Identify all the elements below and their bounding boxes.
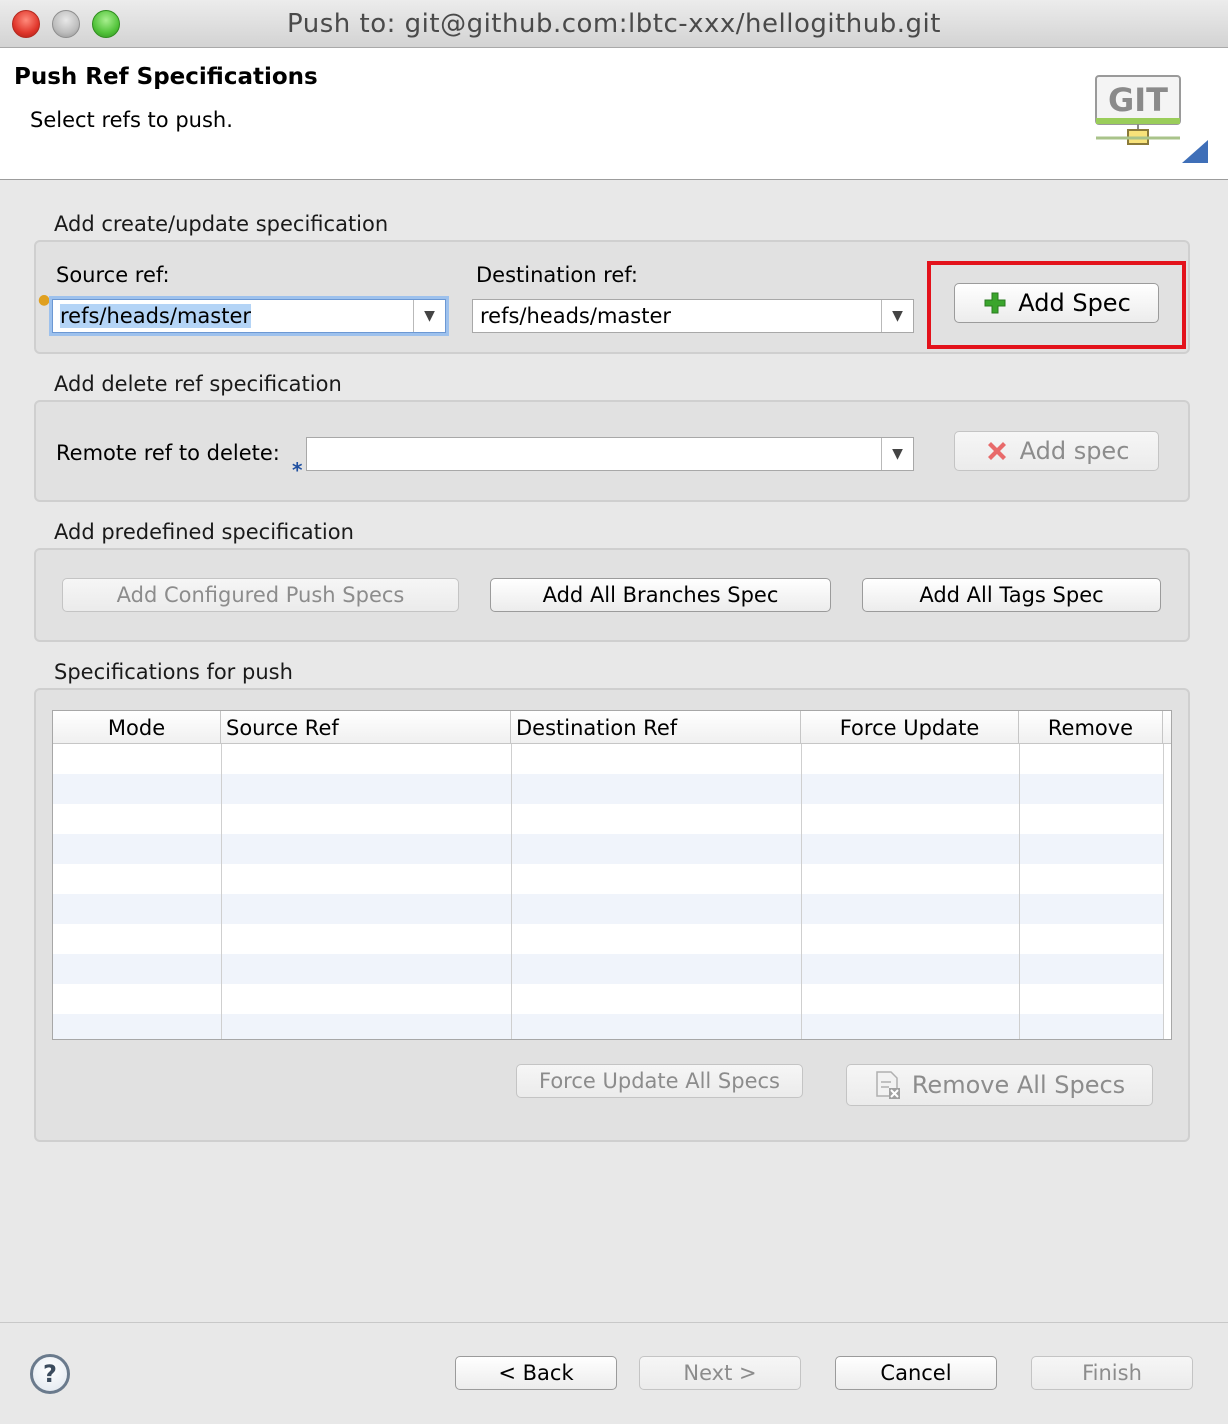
- table-row[interactable]: [53, 924, 1163, 954]
- predefined-group-label: Add predefined specification: [54, 520, 354, 544]
- table-row[interactable]: [53, 894, 1163, 924]
- wizard-header: Push Ref Specifications Select refs to p…: [0, 48, 1228, 180]
- destination-ref-value[interactable]: refs/heads/master: [480, 304, 671, 328]
- column-divider: [221, 744, 222, 1039]
- remote-ref-combo[interactable]: ▼: [306, 437, 914, 471]
- add-configured-push-specs-button[interactable]: Add Configured Push Specs: [62, 578, 459, 612]
- table-row[interactable]: [53, 984, 1163, 1014]
- source-ref-combo[interactable]: refs/heads/master ▼: [52, 299, 446, 333]
- add-all-tags-spec-button[interactable]: Add All Tags Spec: [862, 578, 1161, 612]
- source-ref-label: Source ref:: [56, 263, 170, 287]
- add-delete-spec-button[interactable]: Add spec: [954, 431, 1159, 471]
- column-header-force-update[interactable]: Force Update: [801, 711, 1019, 744]
- content-assist-icon: ●: [38, 292, 51, 308]
- add-spec-button[interactable]: Add Spec: [954, 283, 1159, 323]
- table-row[interactable]: [53, 1014, 1163, 1039]
- destination-ref-label: Destination ref:: [476, 263, 638, 287]
- delete-group-label: Add delete ref specification: [54, 372, 342, 396]
- table-row[interactable]: [53, 834, 1163, 864]
- specs-group-label: Specifications for push: [54, 660, 293, 684]
- source-ref-value[interactable]: refs/heads/master: [60, 304, 251, 328]
- page-description: Select refs to push.: [30, 108, 233, 132]
- dropdown-arrow-icon[interactable]: ▼: [881, 438, 913, 470]
- required-marker: *: [292, 458, 303, 482]
- remote-ref-label: Remote ref to delete:: [56, 441, 280, 465]
- column-header-remove[interactable]: Remove: [1019, 711, 1163, 744]
- footer-separator: [0, 1322, 1228, 1323]
- column-header-mode[interactable]: Mode: [53, 711, 221, 744]
- force-update-all-specs-button[interactable]: Force Update All Specs: [516, 1064, 803, 1098]
- add-delete-spec-label: Add spec: [1019, 437, 1130, 465]
- cancel-button[interactable]: Cancel: [835, 1356, 997, 1390]
- column-header-destination-ref[interactable]: Destination Ref: [511, 711, 801, 744]
- add-icon: [982, 290, 1008, 316]
- git-logo: GIT: [1095, 75, 1208, 163]
- back-button[interactable]: < Back: [455, 1356, 617, 1390]
- remove-all-specs-button[interactable]: Remove All Specs: [846, 1064, 1153, 1106]
- delete-icon: [984, 438, 1010, 464]
- table-row[interactable]: [53, 774, 1163, 804]
- specs-table[interactable]: Mode Source Ref Destination Ref Force Up…: [52, 710, 1172, 1040]
- git-logo-text: GIT: [1108, 81, 1168, 119]
- help-icon[interactable]: ?: [30, 1354, 70, 1394]
- next-button[interactable]: Next >: [639, 1356, 801, 1390]
- column-divider: [1163, 744, 1164, 1039]
- remove-all-specs-label: Remove All Specs: [911, 1071, 1126, 1099]
- column-divider: [511, 744, 512, 1039]
- page-title: Push Ref Specifications: [14, 64, 318, 90]
- destination-ref-combo[interactable]: refs/heads/master ▼: [472, 299, 914, 333]
- window-titlebar: Push to: git@github.com:lbtc-xxx/hellogi…: [0, 0, 1228, 48]
- window-title: Push to: git@github.com:lbtc-xxx/hellogi…: [287, 9, 941, 39]
- table-row[interactable]: [53, 744, 1163, 774]
- table-row[interactable]: [53, 954, 1163, 984]
- add-spec-label: Add Spec: [1018, 289, 1131, 317]
- table-header: Mode Source Ref Destination Ref Force Up…: [53, 711, 1171, 744]
- create-update-group-label: Add create/update specification: [54, 212, 389, 236]
- add-all-branches-spec-button[interactable]: Add All Branches Spec: [490, 578, 831, 612]
- column-divider: [1019, 744, 1020, 1039]
- remove-all-icon: [874, 1070, 902, 1100]
- column-divider: [801, 744, 802, 1039]
- finish-button[interactable]: Finish: [1031, 1356, 1193, 1390]
- dropdown-arrow-icon[interactable]: ▼: [413, 300, 445, 332]
- dropdown-arrow-icon[interactable]: ▼: [881, 300, 913, 332]
- column-header-source-ref[interactable]: Source Ref: [221, 711, 511, 744]
- table-row[interactable]: [53, 804, 1163, 834]
- table-row[interactable]: [53, 864, 1163, 894]
